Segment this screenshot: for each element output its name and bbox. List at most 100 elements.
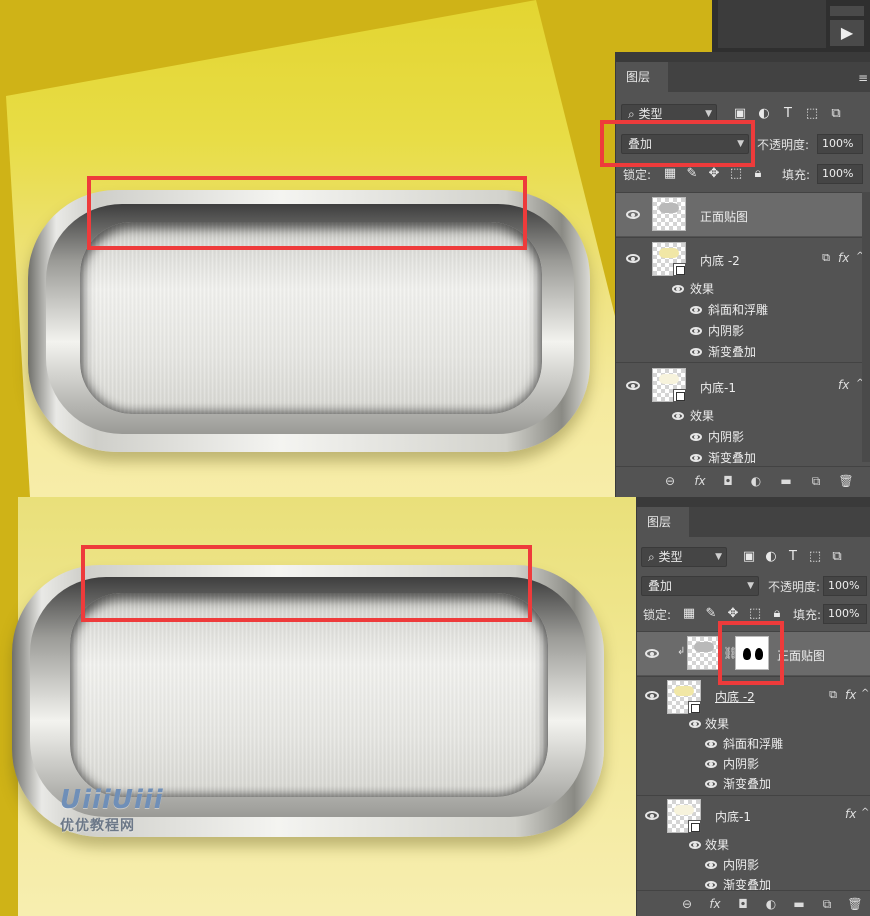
fill-input[interactable]: 100%	[817, 164, 863, 184]
eye-icon[interactable]	[705, 760, 717, 768]
tab-layers[interactable]: 图层	[637, 507, 689, 537]
metal-button-inner	[80, 222, 542, 414]
blend-mode-dropdown[interactable]: 叠加 ▼	[641, 576, 759, 596]
eye-icon[interactable]	[689, 841, 701, 849]
effect-inner-shadow[interactable]: 内阴影	[723, 755, 759, 772]
shape-filter-icon[interactable]: ⬚	[804, 106, 820, 122]
fx-icon[interactable]: fx	[845, 807, 856, 821]
link-icon[interactable]: ⊖	[662, 473, 678, 489]
mask-icon[interactable]: ◘	[735, 896, 751, 912]
fx-menu-icon[interactable]: fx	[692, 473, 708, 489]
text-filter-icon[interactable]: T	[780, 106, 796, 122]
folder-icon[interactable]: ▬	[778, 473, 794, 489]
layers-panel-bottom: 图层 ⌕ 类型 ▼ ▣ ◐ T ⬚ ⧉ 叠加 ▼ 不透明度: 100% 锁定: …	[636, 497, 870, 916]
search-icon: ⌕	[648, 550, 659, 564]
text-filter-icon[interactable]: T	[785, 549, 801, 565]
eye-icon[interactable]	[705, 740, 717, 748]
filter-dropdown[interactable]: ⌕ 类型 ▼	[641, 547, 727, 567]
opacity-label: 不透明度:	[757, 138, 810, 152]
fx-icon[interactable]: fx	[845, 688, 856, 702]
link-icon[interactable]: ⊖	[679, 896, 695, 912]
eye-icon[interactable]	[626, 254, 640, 263]
chevron-up-icon[interactable]: ^	[861, 688, 869, 699]
eye-icon[interactable]	[645, 649, 659, 658]
eye-icon[interactable]	[705, 861, 717, 869]
chevron-up-icon[interactable]: ^	[861, 807, 869, 818]
trash-icon[interactable]: 🗑︎	[847, 896, 863, 912]
eye-icon[interactable]	[690, 306, 702, 314]
fx-icon[interactable]: fx	[838, 378, 849, 392]
eye-icon[interactable]	[645, 811, 659, 820]
eye-icon[interactable]	[690, 348, 702, 356]
layer-row-inner-2[interactable]: 内底 -2 ⧉ fx ^ 效果 斜面和浮雕 内阴影 渐变叠加	[616, 237, 870, 361]
eye-icon[interactable]	[705, 780, 717, 788]
eye-icon[interactable]	[626, 381, 640, 390]
opacity-input[interactable]: 100%	[823, 576, 867, 596]
effect-bevel[interactable]: 斜面和浮雕	[708, 301, 768, 318]
smart-object-filter-icon[interactable]: ⧉	[828, 106, 844, 122]
lock-all-icon[interactable]: 🔒︎	[769, 606, 785, 622]
opacity-input[interactable]: 100%	[817, 134, 863, 154]
play-icon[interactable]: ▶	[830, 20, 864, 46]
lock-artboard-icon[interactable]: ⬚	[747, 606, 763, 622]
layer-row-inner-2[interactable]: 内底 -2 ⧉ fx ^ 效果 斜面和浮雕 内阴影 渐变叠加	[637, 676, 870, 794]
adjustment-filter-icon[interactable]: ◐	[756, 106, 772, 122]
effect-gradient-overlay[interactable]: 渐变叠加	[708, 343, 756, 360]
layer-row-inner-1[interactable]: 内底-1 fx ^ 效果 内阴影 渐变叠加	[637, 795, 870, 892]
effect-gradient-overlay[interactable]: 渐变叠加	[723, 775, 771, 792]
fx-icon[interactable]: fx	[838, 251, 849, 265]
fill-input[interactable]: 100%	[823, 604, 867, 624]
new-layer-icon[interactable]: ⧉	[808, 473, 824, 489]
effect-inner-shadow[interactable]: 内阴影	[723, 856, 759, 873]
lock-artboard-icon[interactable]: ⬚	[728, 166, 744, 182]
eye-icon[interactable]	[672, 285, 684, 293]
eye-icon[interactable]	[672, 412, 684, 420]
mini-control[interactable]	[830, 6, 864, 16]
layer-name[interactable]: 内底-1	[715, 808, 751, 825]
effect-gradient-overlay[interactable]: 渐变叠加	[708, 449, 756, 466]
adjustment-icon[interactable]: ◐	[763, 896, 779, 912]
eye-icon[interactable]	[689, 720, 701, 728]
panel-top-strip	[637, 497, 870, 507]
layer-row-front-texture[interactable]: 正面贴图	[616, 192, 870, 236]
layer-name[interactable]: 内底-1	[700, 379, 736, 396]
tutorial-screenshot: ▶ 图层 ≡ ⌕ 类型 ▼ ▣ ◐ T ⬚ ⧉ 叠加 ▼ 不透明度: 100% …	[0, 0, 870, 916]
effect-inner-shadow[interactable]: 内阴影	[708, 322, 744, 339]
tab-layers[interactable]: 图层	[616, 62, 668, 92]
shape-badge-icon	[688, 701, 701, 714]
effects-label: 效果	[690, 409, 715, 423]
layer-name[interactable]: 内底 -2	[715, 688, 755, 705]
lock-paint-icon[interactable]: ✎	[684, 166, 700, 182]
layer-row-inner-1[interactable]: 内底-1 fx ^ 效果 内阴影 渐变叠加	[616, 362, 870, 466]
eye-icon[interactable]	[645, 691, 659, 700]
folder-icon[interactable]: ▬	[791, 896, 807, 912]
lock-all-icon[interactable]: 🔒︎	[750, 166, 766, 182]
lock-transparent-icon[interactable]: ▦	[681, 606, 697, 622]
effect-bevel[interactable]: 斜面和浮雕	[723, 735, 783, 752]
adjustment-icon[interactable]: ◐	[748, 473, 764, 489]
eye-icon[interactable]	[626, 210, 640, 219]
eye-icon[interactable]	[690, 327, 702, 335]
fx-menu-icon[interactable]: fx	[707, 896, 723, 912]
eye-icon[interactable]	[690, 454, 702, 462]
eye-icon[interactable]	[705, 881, 717, 889]
layer-name[interactable]: 正面贴图	[700, 208, 748, 225]
panel-menu-icon[interactable]: ≡	[858, 71, 868, 85]
mask-icon[interactable]: ◘	[720, 473, 736, 489]
new-layer-icon[interactable]: ⧉	[819, 896, 835, 912]
adjustment-filter-icon[interactable]: ◐	[763, 549, 779, 565]
lock-move-icon[interactable]: ✥	[706, 166, 722, 182]
layer-name[interactable]: 内底 -2	[700, 252, 740, 269]
trash-icon[interactable]: 🗑︎	[838, 473, 854, 489]
lock-paint-icon[interactable]: ✎	[703, 606, 719, 622]
layer-name[interactable]: 正面贴图	[777, 647, 825, 664]
scrollbar[interactable]	[862, 192, 870, 462]
effect-inner-shadow[interactable]: 内阴影	[708, 428, 744, 445]
fill-label: 填充:	[793, 608, 822, 622]
shape-filter-icon[interactable]: ⬚	[807, 549, 823, 565]
smart-object-filter-icon[interactable]: ⧉	[829, 549, 845, 565]
lock-transparent-icon[interactable]: ▦	[662, 166, 678, 182]
image-filter-icon[interactable]: ▣	[741, 549, 757, 565]
lock-move-icon[interactable]: ✥	[725, 606, 741, 622]
eye-icon[interactable]	[690, 433, 702, 441]
